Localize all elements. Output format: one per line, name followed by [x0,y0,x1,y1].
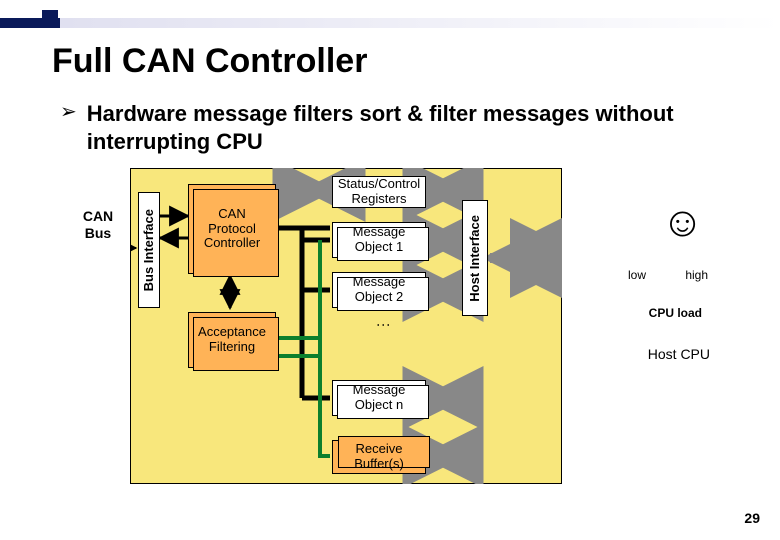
receive-buffers-box: Receive Buffer(s) [332,440,426,474]
bullet-glyph-icon: ➢ [60,100,77,124]
host-interface-label: Host Interface [468,215,483,302]
msg-obj-2-label: Message Object 2 [337,275,421,305]
msg-obj-2-box: Message Object 2 [332,272,426,308]
status-registers-box: Status/Control Registers [332,176,426,208]
protocol-controller-box: CAN Protocol Controller [188,184,276,274]
page-number: 29 [744,510,760,526]
bullet-row: ➢ Hardware message filters sort & filter… [60,100,707,155]
msg-obj-1-box: Message Object 1 [332,222,426,258]
msg-obj-n-label: Message Object n [337,383,421,413]
host-interface-box: Host Interface [462,200,488,316]
can-bus-label: CAN Bus [72,208,124,242]
cpu-low-label: low [628,268,646,282]
protocol-controller-label: CAN Protocol Controller [193,207,271,252]
diagram-area: CAN Bus [74,168,714,488]
acceptance-filtering-box: Acceptance Filtering [188,312,276,368]
msg-obj-n-box: Message Object n [332,380,426,416]
cpu-high-label: high [685,268,708,282]
slide-title: Full CAN Controller [52,42,367,81]
smiley-icon: ☺ [661,198,704,246]
acceptance-filtering-label: Acceptance Filtering [193,325,271,355]
status-registers-label: Status/Control Registers [337,177,421,207]
receive-buffers-label: Receive Buffer(s) [337,442,421,472]
bullet-text: Hardware message filters sort & filter m… [87,100,707,155]
bus-interface-label: Bus Interface [142,209,157,291]
slide-top-rule [0,18,780,28]
ellipsis-icon: ⋮ [376,318,392,332]
msg-obj-1-label: Message Object 1 [337,225,421,255]
host-cpu-label: Host CPU [648,346,710,362]
cpu-load-label: CPU load [649,306,702,320]
bus-interface-box: Bus Interface [138,192,160,308]
